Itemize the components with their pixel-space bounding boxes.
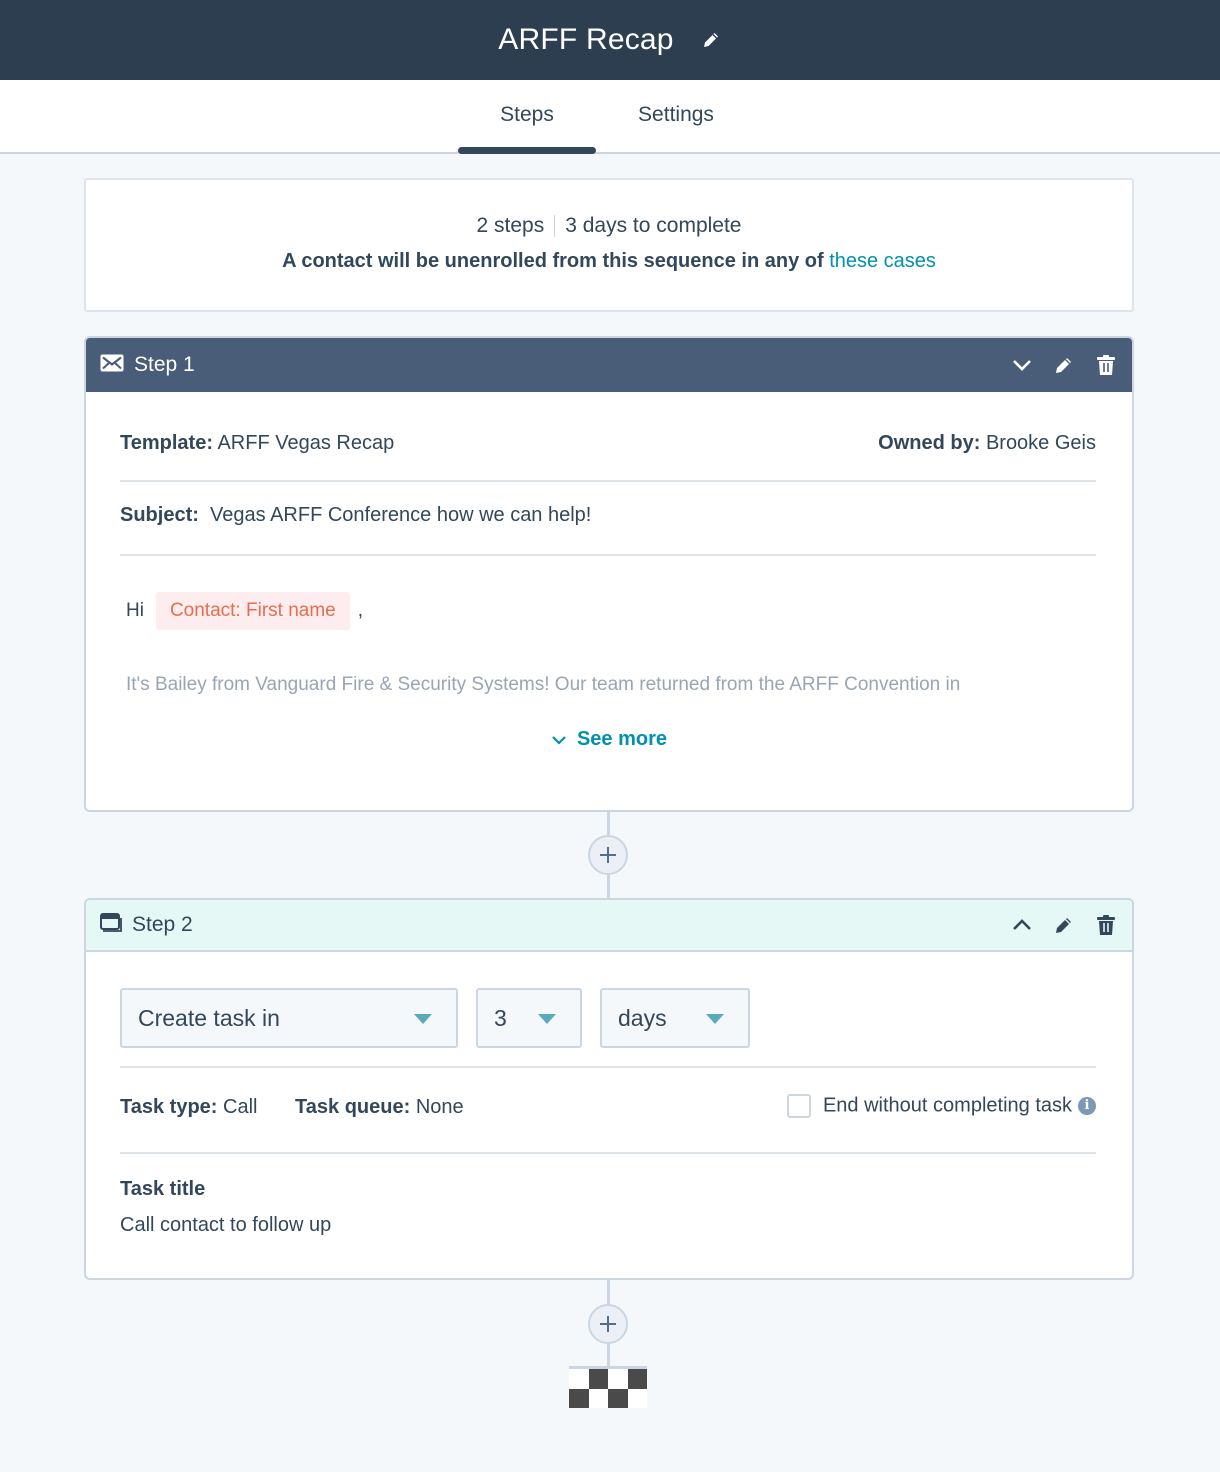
see-more-link[interactable]: See more xyxy=(86,728,1132,751)
chevron-down-icon[interactable] xyxy=(1012,355,1032,375)
sequence-summary: 2 steps 3 days to complete A contact will… xyxy=(84,178,1134,312)
flag-cell xyxy=(569,1388,589,1408)
unenroll-notice: A contact will be unenrolled from this s… xyxy=(86,250,1132,273)
task-title-value: Call contact to follow up xyxy=(120,1214,332,1236)
owner-label: Owned by: xyxy=(878,432,981,454)
task-title-section: Task title xyxy=(120,1178,1096,1201)
task-queue: Task queue: None xyxy=(295,1096,464,1118)
subject-value: Vegas ARFF Conference how we can help! xyxy=(210,504,592,526)
unenroll-cases-link[interactable]: these cases xyxy=(829,250,936,272)
task-type-value: Call xyxy=(223,1096,258,1118)
task-queue-value: None xyxy=(415,1096,464,1118)
divider xyxy=(120,1066,1096,1068)
finish-flag-icon xyxy=(569,1366,647,1408)
envelope-icon xyxy=(100,354,124,377)
step-1-label: Step 1 xyxy=(134,353,195,376)
task-title-label: Task title xyxy=(120,1178,206,1200)
unenroll-text: A contact will be unenrolled from this s… xyxy=(282,250,824,272)
flag-cell xyxy=(627,1369,647,1389)
sequence-title: ARFF Recap xyxy=(498,23,674,56)
active-tab-indicator xyxy=(458,147,596,154)
tab-steps-label: Steps xyxy=(500,103,554,126)
task-queue-label: Task queue: xyxy=(295,1096,411,1118)
step-2-label: Step 2 xyxy=(132,913,193,936)
task-meta-row: Task type: Call Task queue: None End wit… xyxy=(120,1094,1096,1119)
delay-value-select[interactable]: 3 xyxy=(476,988,582,1048)
step-2-actions xyxy=(1012,900,1116,950)
tab-settings[interactable]: Settings xyxy=(606,80,746,152)
owner-value: Brooke Geis xyxy=(985,432,1096,454)
flag-cell xyxy=(588,1369,608,1389)
pencil-icon[interactable] xyxy=(1054,355,1074,375)
task-type-label: Task type: xyxy=(120,1096,218,1118)
tab-steps[interactable]: Steps xyxy=(458,80,596,154)
caret-down-icon xyxy=(538,1014,556,1024)
divider xyxy=(554,215,556,238)
flag-cell xyxy=(569,1369,589,1389)
subject-label: Subject: xyxy=(120,504,199,526)
task-icon xyxy=(100,912,122,938)
add-step-button[interactable] xyxy=(588,835,628,875)
action-select-value: Create task in xyxy=(138,1005,280,1031)
template-row: Template: ARFF Vegas Recap Owned by: Bro… xyxy=(120,432,1096,455)
step-2-card: Step 2 Create task in 3 days Task type: … xyxy=(84,898,1134,1280)
end-without-completing: End without completing task i xyxy=(786,1094,1096,1118)
email-greeting: Hi Contact: First name, xyxy=(126,592,1096,630)
delay-unit: days xyxy=(618,1005,667,1031)
step-2-header[interactable]: Step 2 xyxy=(86,900,1132,952)
chevron-up-icon[interactable] xyxy=(1012,915,1032,935)
chevron-down-icon xyxy=(552,735,566,745)
tab-settings-label: Settings xyxy=(638,103,714,126)
contact-first-name-token: Contact: First name xyxy=(155,592,350,630)
divider xyxy=(120,1152,1096,1154)
duration: 3 days to complete xyxy=(565,214,742,237)
see-more-label: See more xyxy=(576,728,668,750)
step-1-actions xyxy=(1012,338,1116,392)
divider xyxy=(120,480,1096,482)
caret-down-icon xyxy=(706,1014,724,1024)
info-icon[interactable]: i xyxy=(1078,1097,1096,1115)
owner: Owned by: Brooke Geis xyxy=(878,432,1096,455)
greeting-punct: , xyxy=(357,600,364,621)
end-without-completing-label: End without completing task xyxy=(822,1094,1072,1117)
delay-unit-select[interactable]: days xyxy=(600,988,750,1048)
delay-value: 3 xyxy=(494,1005,507,1031)
add-step-button[interactable] xyxy=(588,1304,628,1344)
tab-bar: Steps Settings xyxy=(0,80,1220,154)
template-label: Template: xyxy=(120,432,213,454)
trash-icon[interactable] xyxy=(1096,915,1116,935)
pencil-icon[interactable] xyxy=(1054,915,1074,935)
trash-icon[interactable] xyxy=(1096,355,1116,375)
subject-row: Subject: Vegas ARFF Conference how we ca… xyxy=(120,504,1096,527)
flag-cell xyxy=(588,1388,608,1408)
template-value: ARFF Vegas Recap xyxy=(217,432,395,454)
step-1-header[interactable]: Step 1 xyxy=(86,338,1132,392)
email-body-preview: It's Bailey from Vanguard Fire & Securit… xyxy=(126,674,961,695)
flag-cell xyxy=(627,1388,647,1408)
divider xyxy=(120,554,1096,556)
summary-counts: 2 steps 3 days to complete xyxy=(86,214,1132,238)
step-1-card: Step 1 Template: ARFF Vegas Recap Owned … xyxy=(84,336,1134,812)
action-select[interactable]: Create task in xyxy=(120,988,458,1048)
step-count: 2 steps xyxy=(476,214,545,237)
end-without-completing-checkbox[interactable] xyxy=(786,1094,811,1118)
flag-cell xyxy=(608,1369,628,1389)
caret-down-icon xyxy=(414,1014,432,1024)
greeting-text: Hi xyxy=(126,600,144,621)
top-bar: ARFF Recap xyxy=(0,0,1220,80)
flag-cell xyxy=(608,1388,628,1408)
pencil-icon[interactable] xyxy=(700,29,722,51)
